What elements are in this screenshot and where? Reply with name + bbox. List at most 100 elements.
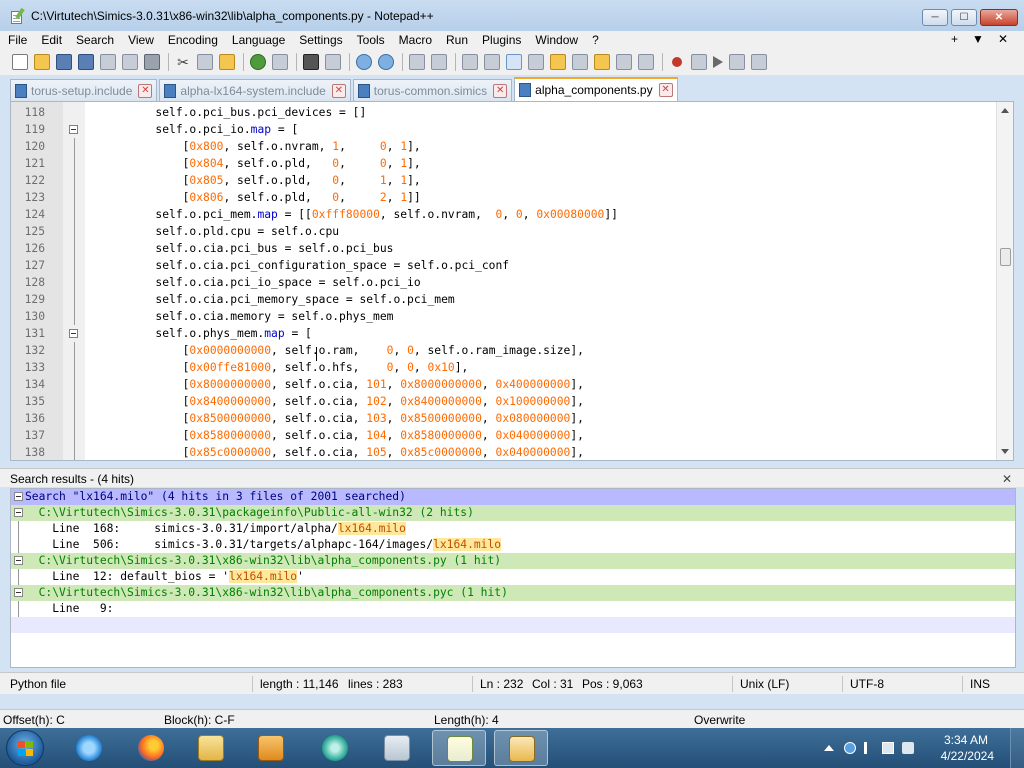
code-line[interactable]: 128 self.o.cia.pci_io_space = self.o.pci… — [11, 274, 997, 291]
scroll-up-icon[interactable] — [1001, 108, 1009, 113]
menu-encoding[interactable]: Encoding — [160, 33, 224, 47]
search-result-line[interactable]: Line 168: simics-3.0.31/import/alpha/lx1… — [11, 521, 1015, 537]
user-language-icon[interactable] — [528, 54, 544, 70]
cut-icon[interactable]: ✂ — [175, 54, 191, 70]
search-result-file[interactable]: C:\Virtutech\Simics-3.0.31\x86-win32\lib… — [11, 585, 1015, 601]
word-wrap-icon[interactable] — [462, 54, 478, 70]
menu-edit[interactable]: Edit — [33, 33, 68, 47]
document-list-icon[interactable] — [616, 54, 632, 70]
menu-language[interactable]: Language — [224, 33, 291, 47]
code-line[interactable]: 120 [0x800, self.o.nvram, 1, 0, 1], — [11, 138, 997, 155]
tab-alpha-components[interactable]: alpha_components.py ✕ — [514, 77, 678, 101]
action-center-icon[interactable] — [864, 742, 867, 754]
code-line[interactable]: 121 [0x804, self.o.pld, 0, 0, 1], — [11, 155, 997, 172]
open-file-icon[interactable] — [34, 54, 50, 70]
new-tab-button[interactable]: + — [951, 32, 958, 46]
code-line[interactable]: 135 [0x8400000000, self.o.cia, 102, 0x84… — [11, 393, 997, 410]
taskbar-media-player[interactable] — [244, 730, 298, 766]
tab-list-button[interactable]: ▼ — [972, 32, 984, 46]
fold-toggle-icon[interactable] — [69, 125, 78, 134]
folder-workspace-icon[interactable] — [594, 54, 610, 70]
code-line[interactable]: 122 [0x805, self.o.pld, 0, 1, 1], — [11, 172, 997, 189]
close-document-button[interactable]: ✕ — [998, 32, 1008, 46]
function-list-icon[interactable] — [572, 54, 588, 70]
run-macro-multiple-icon[interactable] — [729, 54, 745, 70]
search-result-head[interactable]: Search "lx164.milo" (4 hits in 3 files o… — [11, 489, 1015, 505]
fold-toggle-icon[interactable] — [14, 508, 23, 517]
close-panel-icon[interactable]: ✕ — [1002, 472, 1012, 486]
search-result-line[interactable]: Line 12: default_bios = 'lx164.milo' — [11, 569, 1015, 585]
code-line[interactable]: 129 self.o.cia.pci_memory_space = self.o… — [11, 291, 997, 308]
save-macro-icon[interactable] — [751, 54, 767, 70]
fold-toggle-icon[interactable] — [14, 556, 23, 565]
menu-tools[interactable]: Tools — [349, 33, 391, 47]
close-button[interactable]: ✕ — [980, 9, 1018, 26]
save-all-icon[interactable] — [78, 54, 94, 70]
network-status-icon[interactable] — [844, 742, 856, 754]
code-line[interactable]: 134 [0x8000000000, self.o.cia, 101, 0x80… — [11, 376, 997, 393]
code-line[interactable]: 136 [0x8500000000, self.o.cia, 103, 0x85… — [11, 410, 997, 427]
menu-macro[interactable]: Macro — [391, 33, 438, 47]
menu-plugins[interactable]: Plugins — [474, 33, 527, 47]
menu-view[interactable]: View — [120, 33, 160, 47]
close-tab-icon[interactable]: ✕ — [493, 83, 508, 98]
code-line[interactable]: 118 self.o.pci_bus.pci_devices = [] — [11, 104, 997, 121]
minimize-button[interactable]: ─ — [922, 9, 948, 26]
sync-horizontal-icon[interactable] — [431, 54, 447, 70]
tab-torus-common[interactable]: torus-common.simics ✕ — [352, 79, 513, 101]
search-result-file[interactable]: C:\Virtutech\Simics-3.0.31\x86-win32\lib… — [11, 553, 1015, 569]
scroll-thumb[interactable] — [1000, 248, 1011, 266]
taskbar-app-wave[interactable] — [370, 730, 424, 766]
code-line[interactable]: 124 self.o.pci_mem.map = [[0xfff80000, s… — [11, 206, 997, 223]
menu-search[interactable]: Search — [68, 33, 120, 47]
menu-window[interactable]: Window — [527, 33, 584, 47]
print-icon[interactable] — [144, 54, 160, 70]
network-icon[interactable] — [882, 742, 894, 754]
vertical-scrollbar[interactable] — [996, 102, 1013, 460]
code-editor[interactable]: 118 self.o.pci_bus.pci_devices = [] 119 s… — [10, 101, 1014, 461]
menu-help[interactable]: ? — [584, 33, 605, 47]
volume-icon[interactable] — [902, 742, 914, 754]
new-file-icon[interactable] — [12, 54, 28, 70]
fold-toggle-icon[interactable] — [69, 329, 78, 338]
scroll-down-icon[interactable] — [1001, 449, 1009, 454]
play-macro-icon[interactable] — [713, 56, 723, 68]
clock-time[interactable]: 3:34 AM — [944, 733, 988, 747]
stop-macro-icon[interactable] — [691, 54, 707, 70]
taskbar-internet-explorer[interactable] — [62, 730, 116, 766]
search-result-line[interactable]: Line 506: simics-3.0.31/targets/alphapc-… — [11, 537, 1015, 553]
menu-run[interactable]: Run — [438, 33, 474, 47]
zoom-out-icon[interactable] — [378, 54, 394, 70]
paste-icon[interactable] — [219, 54, 235, 70]
zoom-in-icon[interactable] — [356, 54, 372, 70]
replace-icon[interactable] — [325, 54, 341, 70]
search-results-panel[interactable]: Search "lx164.milo" (4 hits in 3 files o… — [10, 488, 1016, 668]
find-icon[interactable] — [303, 54, 319, 70]
search-result-file[interactable]: C:\Virtutech\Simics-3.0.31\packageinfo\P… — [11, 505, 1015, 521]
clock-date[interactable]: 4/22/2024 — [941, 749, 994, 763]
undo-icon[interactable] — [250, 54, 266, 70]
show-all-chars-icon[interactable] — [484, 54, 500, 70]
code-line[interactable]: 126 self.o.cia.pci_bus = self.o.pci_bus — [11, 240, 997, 257]
code-line[interactable]: 131 self.o.phys_mem.map = [ — [11, 325, 997, 342]
close-file-icon[interactable] — [100, 54, 116, 70]
copy-icon[interactable] — [197, 54, 213, 70]
code-line[interactable]: 138 [0x85c0000000, self.o.cia, 105, 0x85… — [11, 444, 997, 460]
close-tab-icon[interactable]: ✕ — [138, 83, 153, 98]
close-tab-icon[interactable]: ✕ — [658, 83, 673, 97]
code-line[interactable]: 133 [0x00ffe81000, self.o.hfs, 0, 0, 0x1… — [11, 359, 997, 376]
taskbar-notepad-plus-plus[interactable] — [432, 730, 486, 766]
taskbar-hxd[interactable] — [494, 730, 548, 766]
code-line[interactable]: 119 self.o.pci_io.map = [ — [11, 121, 997, 138]
code-line[interactable]: 130 self.o.cia.memory = self.o.phys_mem — [11, 308, 997, 325]
show-hidden-icons-icon[interactable] — [824, 745, 834, 751]
doc-map-icon[interactable] — [550, 54, 566, 70]
show-desktop-button[interactable] — [1010, 728, 1024, 768]
code-line[interactable]: 125 self.o.pld.cpu = self.o.cpu — [11, 223, 997, 240]
code-line[interactable]: 123 [0x806, self.o.pld, 0, 2, 1]] — [11, 189, 997, 206]
tab-alpha-lx164-system[interactable]: alpha-lx164-system.include ✕ — [159, 79, 351, 101]
code-line[interactable]: 137 [0x8580000000, self.o.cia, 104, 0x85… — [11, 427, 997, 444]
start-button[interactable] — [6, 730, 44, 766]
fold-toggle-icon[interactable] — [14, 588, 23, 597]
save-icon[interactable] — [56, 54, 72, 70]
